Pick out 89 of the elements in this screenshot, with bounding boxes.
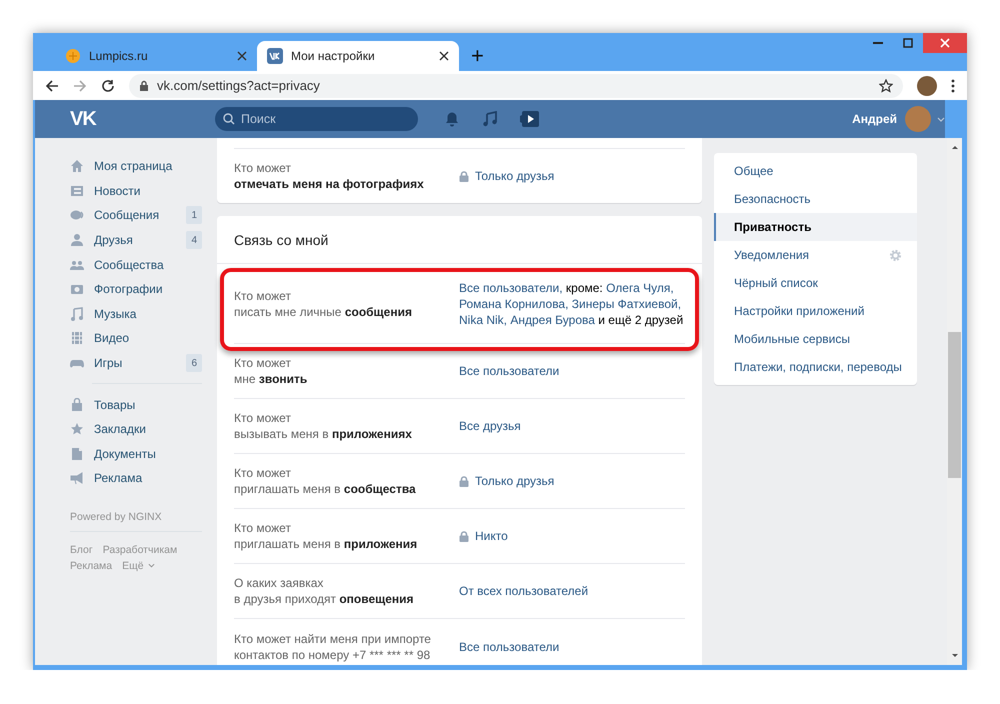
setting-label: Кто может приглашать меня в приложения — [234, 520, 418, 552]
value-link[interactable]: От всех пользователей — [459, 584, 588, 598]
user-name[interactable]: Андрей — [852, 112, 897, 126]
site-icon — [65, 48, 81, 64]
value-link[interactable]: Только друзья — [475, 474, 554, 488]
lock-icon — [459, 530, 469, 542]
search-field[interactable]: Поиск — [215, 107, 418, 131]
sidebar-item[interactable]: Музыка — [70, 302, 202, 326]
sidebar-item[interactable]: Сообщества — [70, 252, 202, 277]
user-link[interactable]: Андрея Бурова — [510, 312, 595, 326]
reload-icon[interactable] — [101, 78, 115, 92]
sidebar-item[interactable]: Игры 6 — [70, 350, 202, 376]
search-icon — [223, 113, 235, 125]
browser-tab[interactable]: Lumpics.ru — [55, 41, 257, 71]
counter-badge: 4 — [186, 231, 202, 250]
settings-menu-item[interactable]: Мобильные сервисы — [714, 325, 917, 353]
sidebar-item[interactable]: Документы — [70, 442, 202, 466]
close-window-button[interactable] — [923, 33, 967, 53]
film-icon — [70, 331, 84, 346]
value-link[interactable]: Все пользователи — [459, 640, 560, 654]
star-icon[interactable] — [879, 78, 893, 92]
settings-menu-item[interactable]: Уведомления — [714, 241, 917, 269]
play-icon[interactable] — [520, 110, 540, 128]
megaphone-icon — [70, 471, 84, 486]
sidebar-item[interactable]: Друзья 4 — [70, 228, 202, 252]
scroll-down-arrow-icon[interactable] — [950, 653, 958, 659]
user-link[interactable]: Романа Корнилова, — [459, 296, 568, 310]
user-link[interactable]: Все пользователи, — [459, 280, 563, 294]
settings-menu-item[interactable]: Настройки приложений — [714, 297, 917, 325]
logo[interactable]: VK — [70, 108, 215, 130]
settings-menu-item[interactable]: Платежи, подписки, переводы — [714, 353, 917, 381]
lock-icon — [139, 80, 149, 92]
counter-badge: 6 — [186, 354, 202, 372]
scrollbar-thumb[interactable] — [948, 332, 961, 478]
minimize-icon — [873, 42, 883, 44]
user-link[interactable]: Nika Nik, — [459, 312, 508, 326]
bag-icon — [70, 398, 84, 412]
setting-label: О каких заявках в друзья приходят оповещения — [234, 575, 415, 607]
menu-icon[interactable] — [951, 78, 955, 92]
counter-badge: 1 — [186, 206, 202, 224]
setting-label: Кто может мне звонить — [234, 355, 308, 387]
music-note-icon — [70, 306, 84, 321]
vk-icon — [267, 48, 283, 64]
close-icon — [940, 38, 950, 48]
settings-menu-item[interactable]: Чёрный список — [714, 269, 917, 297]
new-tab-button[interactable]: + — [471, 45, 484, 67]
camera-icon — [70, 282, 84, 296]
profile-avatar[interactable] — [917, 76, 937, 96]
star-icon — [70, 422, 84, 436]
back-arrow-icon[interactable] — [45, 78, 59, 92]
value-link[interactable]: Никто — [475, 529, 508, 543]
sidebar-item[interactable]: Сообщения 1 — [70, 203, 202, 228]
sidebar-item[interactable]: Моя страница — [70, 154, 202, 179]
setting-label: Кто может найти меня при импорте контактов по номеру +7 *** *** ** 98 — [234, 630, 432, 662]
scroll-up-arrow-icon[interactable] — [950, 144, 958, 150]
sidebar-item[interactable]: Реклама — [70, 466, 202, 491]
setting-label: Кто может отмечать меня на фотографиях — [234, 160, 425, 192]
value-link[interactable]: Все друзья — [459, 419, 521, 433]
settings-menu-item[interactable]: Общее — [714, 157, 917, 185]
address-bar[interactable]: vk.com/settings?act=privacy — [129, 74, 903, 98]
person-icon — [70, 233, 84, 248]
powered-by-text: Powered by NGINX — [70, 510, 202, 532]
sidebar-item[interactable]: Новости — [70, 178, 202, 204]
house-icon — [70, 159, 84, 174]
close-icon[interactable] — [439, 51, 449, 61]
value-link[interactable]: Все пользователи — [459, 364, 560, 378]
speech-bubble-icon — [70, 208, 84, 222]
newspaper-icon — [70, 184, 84, 198]
caret-icon — [148, 563, 155, 568]
lock-icon — [459, 170, 469, 182]
caret-icon[interactable] — [937, 116, 945, 122]
user-link[interactable]: Зинеры Фатхиевой, — [572, 296, 682, 310]
maximize-icon — [903, 38, 913, 48]
setting-label: Кто может приглашать меня в сообщества — [234, 465, 417, 497]
setting-label: Кто может вызывать меня в приложениях — [234, 410, 413, 442]
settings-menu-item[interactable]: Безопасность — [714, 185, 917, 213]
browser-tab[interactable]: Мои настройки — [257, 41, 459, 71]
lock-icon — [459, 476, 469, 486]
settings-menu-item[interactable]: Приватность — [714, 213, 917, 241]
user-link[interactable]: Олега Чуля, — [606, 280, 674, 294]
sidebar-item[interactable]: Товары — [70, 392, 202, 417]
sidebar-item[interactable]: Фотографии — [70, 276, 202, 302]
setting-value: Все пользователи, кроме: Олега Чуля, Романа Корнилова, Зинеры Фатхиевой, Nika Nik, Андрея Бурова и ещё 2 друзей — [459, 280, 684, 328]
sidebar-item[interactable]: Закладки — [70, 416, 202, 442]
sidebar-item[interactable]: Видео — [70, 326, 202, 351]
setting-label: Кто может писать мне личные сообщения — [234, 288, 413, 320]
document-icon — [70, 446, 84, 461]
section-title: Связь со мной — [217, 216, 702, 264]
value-link[interactable]: Только друзья — [475, 169, 554, 183]
